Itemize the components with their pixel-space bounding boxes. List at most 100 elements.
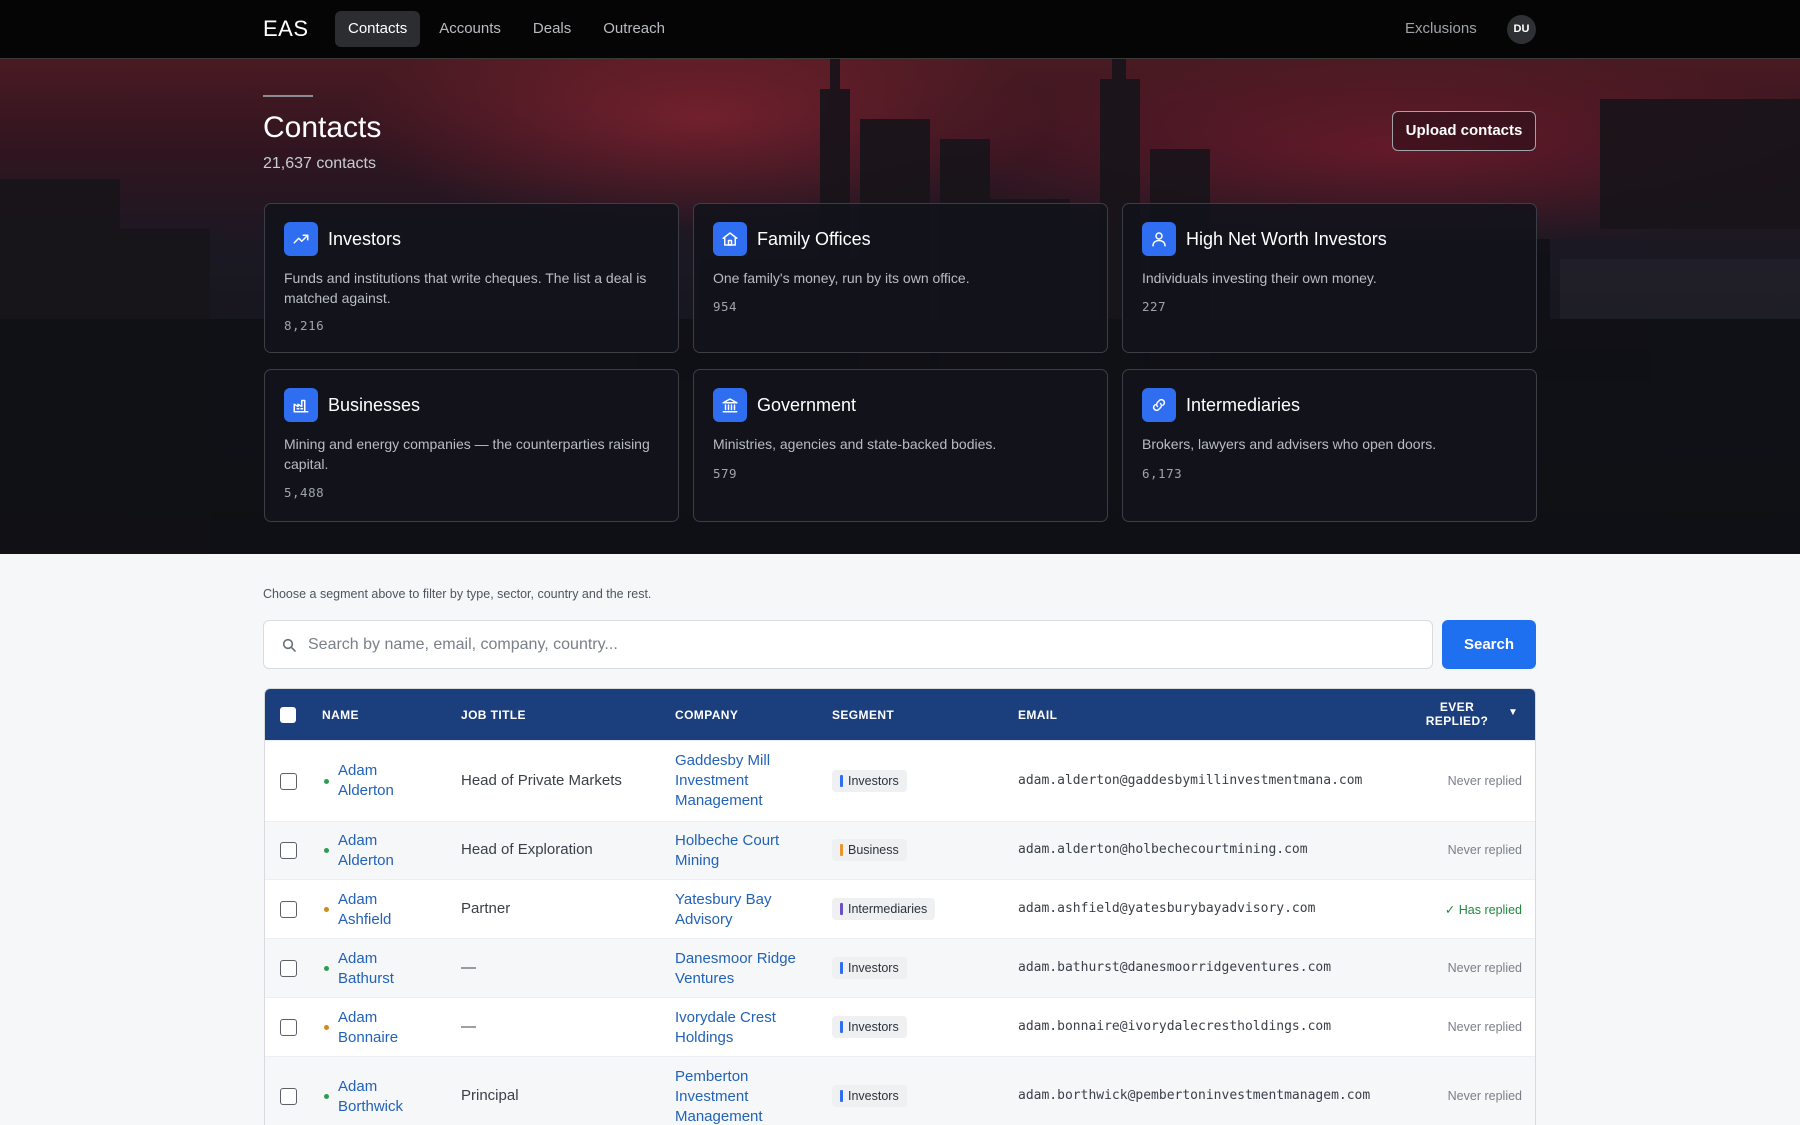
table-row[interactable]: Adam Alderton Head of Exploration Holbech… xyxy=(265,821,1535,879)
user-avatar[interactable]: DU xyxy=(1507,15,1536,44)
nav-link-deals[interactable]: Deals xyxy=(520,11,584,47)
column-header-company[interactable]: COMPANY xyxy=(675,708,738,722)
row-checkbox[interactable] xyxy=(280,901,297,918)
company-link[interactable]: Gaddesby Mill Investment Management xyxy=(675,751,815,811)
search-box xyxy=(263,620,1433,669)
segment-card-investors[interactable]: Investors Funds and institutions that wr… xyxy=(264,203,679,353)
segment-count: 6,173 xyxy=(1142,466,1183,481)
table-row[interactable]: Adam Bonnaire — Ivorydale Crest Holdings I… xyxy=(265,997,1535,1056)
user-icon xyxy=(1142,222,1176,256)
table-row[interactable]: Adam Ashfield Partner Yatesbury Bay Adviso… xyxy=(265,879,1535,938)
segment-title: Government xyxy=(757,395,857,415)
status-dot xyxy=(324,848,329,853)
segment-description: Mining and energy companies — the counte… xyxy=(284,436,650,472)
status-dot xyxy=(324,907,329,912)
column-header-segment[interactable]: SEGMENT xyxy=(832,708,894,722)
job-title: Partner xyxy=(461,900,511,917)
segment-card-intermediaries[interactable]: Intermediaries Brokers, lawyers and advi… xyxy=(1122,369,1537,522)
company-link[interactable]: Holbeche Court Mining xyxy=(675,831,815,871)
segment-badge: Business xyxy=(832,839,907,861)
segment-badge: Investors xyxy=(832,1085,907,1107)
segment-count: 579 xyxy=(713,466,738,481)
segment-title: Intermediaries xyxy=(1186,395,1301,415)
link-icon xyxy=(1142,388,1176,422)
nav-link-exclusions[interactable]: Exclusions xyxy=(1405,20,1477,37)
job-title: Head of Private Markets xyxy=(461,772,622,789)
row-checkbox[interactable] xyxy=(280,960,297,977)
replied-status: Never replied xyxy=(1447,774,1522,788)
segment-description: Brokers, lawyers and advisers who open d… xyxy=(1142,436,1437,452)
nav-links: Contacts Accounts Deals Outreach xyxy=(335,11,678,47)
status-dot xyxy=(324,1025,329,1030)
brand-logo[interactable]: EAS xyxy=(263,16,309,42)
column-header-ever-replied-line1: EVER xyxy=(1439,700,1475,714)
email: adam.ashfield@yatesburybayadvisory.com xyxy=(1018,901,1316,916)
email: adam.alderton@holbechecourtmining.com xyxy=(1018,842,1308,857)
table-row[interactable]: Adam Bathurst — Danesmoor Ridge Ventures I… xyxy=(265,938,1535,997)
column-header-name[interactable]: NAME xyxy=(322,708,359,722)
email: adam.bathurst@danesmoorridgeventures.com xyxy=(1018,960,1332,975)
segment-badge: Investors xyxy=(832,1016,907,1038)
contact-name-link[interactable]: Adam Ashfield xyxy=(338,890,438,930)
row-checkbox[interactable] xyxy=(280,773,297,790)
company-link[interactable]: Yatesbury Bay Advisory xyxy=(675,890,815,930)
nav-link-outreach[interactable]: Outreach xyxy=(590,11,678,47)
segment-title: Businesses xyxy=(328,395,421,415)
contacts-table: NAME JOB TITLE COMPANY SEGMENT EMAIL EVE… xyxy=(264,688,1536,1125)
table-row[interactable]: Adam Alderton Head of Private Markets Gad… xyxy=(265,740,1535,821)
segment-card-businesses[interactable]: Businesses Mining and energy companies —… xyxy=(264,369,679,522)
factory-icon xyxy=(284,388,318,422)
top-navigation: EAS Contacts Accounts Deals Outreach Exc… xyxy=(0,0,1800,59)
replied-status: ✓ Has replied xyxy=(1444,903,1522,917)
select-all-checkbox[interactable] xyxy=(280,707,296,723)
company-link[interactable]: Ivorydale Crest Holdings xyxy=(675,1008,815,1048)
table-row[interactable]: Adam Borthwick Principal Pemberton Investm… xyxy=(265,1056,1535,1125)
column-header-ever-replied-line2: REPLIED? xyxy=(1425,714,1489,728)
segment-description: Funds and institutions that write cheque… xyxy=(284,270,647,306)
hero-divider xyxy=(263,95,313,97)
search-icon xyxy=(281,637,297,658)
segment-card-government[interactable]: Government Ministries, agencies and stat… xyxy=(693,369,1108,522)
contact-name-link[interactable]: Adam Alderton xyxy=(338,831,438,871)
search-button[interactable]: Search xyxy=(1442,620,1536,669)
contact-name-link[interactable]: Adam Bonnaire xyxy=(338,1008,438,1048)
contact-name-link[interactable]: Adam Borthwick xyxy=(338,1077,438,1117)
row-checkbox[interactable] xyxy=(280,1088,297,1105)
trending-up-icon xyxy=(284,222,318,256)
nav-link-contacts[interactable]: Contacts xyxy=(335,11,421,47)
page-title: Contacts xyxy=(263,111,382,144)
email: adam.borthwick@pembertoninvestmentmanage… xyxy=(1018,1088,1371,1103)
row-checkbox[interactable] xyxy=(280,1019,297,1036)
company-link[interactable]: Danesmoor Ridge Ventures xyxy=(675,949,815,989)
column-header-email[interactable]: EMAIL xyxy=(1018,708,1057,722)
contact-name-link[interactable]: Adam Alderton xyxy=(338,761,438,801)
segment-badge: Investors xyxy=(832,770,907,792)
filter-hint: Choose a segment above to filter by type… xyxy=(263,587,652,601)
email: adam.bonnaire@ivorydalecrestholdings.com xyxy=(1018,1019,1332,1034)
upload-contacts-button[interactable]: Upload contacts xyxy=(1392,111,1536,151)
segment-count: 5,488 xyxy=(284,485,325,500)
column-header-ever-replied[interactable]: EVER REPLIED? xyxy=(1422,700,1492,728)
segment-card-family-offices[interactable]: Family Offices One family's money, run b… xyxy=(693,203,1108,353)
nav-link-accounts[interactable]: Accounts xyxy=(426,11,514,47)
segment-description: One family's money, run by its own offic… xyxy=(713,270,970,286)
replied-status: Never replied xyxy=(1447,1089,1522,1103)
contacts-count: 21,637 contacts xyxy=(263,155,376,172)
segment-count: 8,216 xyxy=(284,318,325,333)
job-title: — xyxy=(461,959,476,976)
job-title: — xyxy=(461,1018,476,1035)
segment-card-high-net-worth[interactable]: High Net Worth Investors Individuals inv… xyxy=(1122,203,1537,353)
job-title: Head of Exploration xyxy=(461,841,593,858)
email: adam.alderton@gaddesbymillinvestmentmana… xyxy=(1018,773,1363,788)
row-checkbox[interactable] xyxy=(280,842,297,859)
column-header-job-title[interactable]: JOB TITLE xyxy=(461,708,526,722)
segment-count: 227 xyxy=(1142,299,1167,314)
home-icon xyxy=(713,222,747,256)
search-input[interactable] xyxy=(308,621,1418,668)
hero-banner: Contacts 21,637 contacts Upload contacts… xyxy=(0,59,1800,554)
job-title: Principal xyxy=(461,1087,519,1104)
segment-description: Individuals investing their own money. xyxy=(1142,270,1377,286)
contact-name-link[interactable]: Adam Bathurst xyxy=(338,949,438,989)
sort-descending-icon[interactable]: ▼ xyxy=(1508,707,1518,718)
company-link[interactable]: Pemberton Investment Management xyxy=(675,1067,815,1125)
